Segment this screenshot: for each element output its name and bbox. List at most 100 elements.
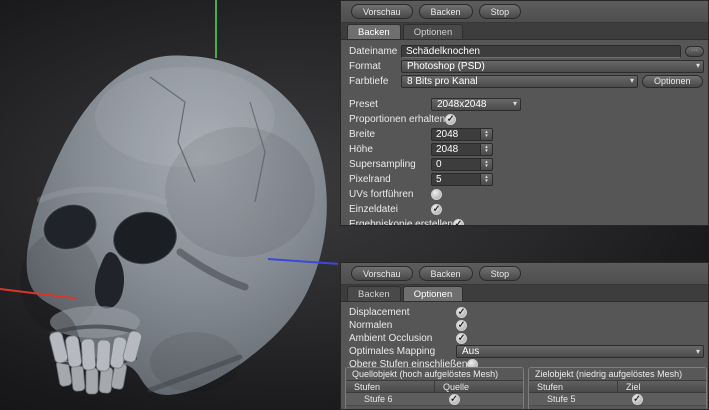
stepper-arrows-icon[interactable]: ▲▼ (480, 158, 493, 171)
proportionen-row: Proportionen erhalten ✓ (349, 112, 704, 126)
preset-select[interactable]: 2048x2048 ▾ (431, 98, 521, 111)
chevron-down-icon: ▾ (692, 62, 700, 70)
zielobjekt-table-row[interactable]: Stufe 5 ✓ (529, 393, 706, 406)
uvs-row: UVs fortführen (349, 187, 704, 201)
format-select[interactable]: Photoshop (PSD) ▾ (401, 60, 704, 73)
format-value: Photoshop (PSD) (407, 61, 692, 72)
bake-object-toolbar: Vorschau Backen Stop (341, 263, 708, 285)
uvs-label: UVs fortführen (349, 189, 431, 200)
displacement-checkbox[interactable]: ✓ (456, 307, 467, 318)
quellobjekt-title: Quellobjekt (hoch aufgelöstes Mesh) (346, 368, 523, 380)
texture-stop-button[interactable]: Stop (479, 4, 522, 19)
dateiname-input[interactable]: Schädelknochen (401, 45, 681, 58)
ambient-occlusion-checkbox[interactable]: ✓ (456, 333, 467, 344)
quelle-column-header: Quelle (435, 381, 523, 392)
displacement-row: Displacement ✓ (349, 306, 704, 319)
preset-value: 2048x2048 (437, 99, 509, 110)
ziel-column-header: Ziel (618, 381, 706, 392)
displacement-label: Displacement (349, 307, 456, 318)
stepper-arrows-icon[interactable]: ▲▼ (480, 173, 493, 186)
object-tab-optionen[interactable]: Optionen (403, 286, 464, 301)
bake-texture-toolbar: Vorschau Backen Stop (341, 1, 708, 23)
check-icon: ✓ (458, 334, 466, 343)
stepper-arrows-icon[interactable]: ▲▼ (480, 143, 493, 156)
ambient-occlusion-row: Ambient Occlusion ✓ (349, 332, 704, 345)
texture-backen-button[interactable]: Backen (419, 4, 473, 19)
hoehe-value: 2048 (431, 143, 480, 156)
bake-texture-content: Dateiname Schädelknochen ··· Format Phot… (341, 40, 708, 226)
pixelrand-label: Pixelrand (349, 174, 431, 185)
dateiname-label: Dateiname (349, 46, 401, 57)
supersampling-row: Supersampling 0 ▲▼ (349, 157, 704, 171)
pixelrand-row: Pixelrand 5 ▲▼ (349, 172, 704, 186)
einzeldatei-checkbox[interactable]: ✓ (431, 204, 442, 215)
bake-texture-tabbar: Backen Optionen (341, 23, 708, 40)
optimales-mapping-row: Optimales Mapping Aus ▾ (349, 345, 704, 358)
separator (349, 89, 704, 97)
optimales-mapping-select[interactable]: Aus ▾ (456, 345, 704, 358)
preset-label: Preset (349, 99, 431, 110)
check-icon: ✓ (458, 321, 466, 330)
check-icon: ✓ (433, 204, 441, 213)
zielobjekt-group: Zielobjekt (niedrig aufgelöstes Mesh) St… (528, 367, 707, 410)
supersampling-stepper[interactable]: 0 ▲▼ (431, 158, 493, 171)
breite-value: 2048 (431, 128, 480, 141)
optimales-mapping-label: Optimales Mapping (349, 346, 456, 357)
texture-vorschau-button[interactable]: Vorschau (351, 4, 413, 19)
check-icon: ✓ (447, 114, 455, 123)
breite-stepper[interactable]: 2048 ▲▼ (431, 128, 493, 141)
pixelrand-value: 5 (431, 173, 480, 186)
ergebniskopie-label: Ergebniskopie erstellen (349, 219, 453, 227)
chevron-down-icon: ▾ (692, 348, 700, 356)
check-icon: ✓ (455, 219, 463, 226)
bake-texture-panel: Vorschau Backen Stop Backen Optionen Dat… (340, 0, 709, 226)
optimales-mapping-value: Aus (462, 346, 692, 357)
supersampling-label: Supersampling (349, 159, 431, 170)
ambient-occlusion-label: Ambient Occlusion (349, 333, 456, 344)
ziel-checkbox[interactable]: ✓ (632, 394, 643, 405)
proportionen-label: Proportionen erhalten (349, 114, 445, 125)
format-row: Format Photoshop (PSD) ▾ (349, 59, 704, 73)
uvs-checkbox[interactable] (431, 189, 442, 200)
hoehe-label: Höhe (349, 144, 431, 155)
farbtiefe-select[interactable]: 8 Bits pro Kanal ▾ (401, 75, 638, 88)
bake-object-tabbar: Backen Optionen (341, 285, 708, 302)
bake-object-content: Displacement ✓ Normalen ✓ Ambient Occlus… (341, 302, 708, 371)
ergebniskopie-checkbox[interactable]: ✓ (453, 219, 464, 227)
object-tab-backen[interactable]: Backen (347, 286, 401, 301)
normalen-row: Normalen ✓ (349, 319, 704, 332)
farbtiefe-value: 8 Bits pro Kanal (407, 76, 626, 87)
pixelrand-stepper[interactable]: 5 ▲▼ (431, 173, 493, 186)
stufen-column-header: Stufen (529, 381, 618, 392)
mesh-groups: Quellobjekt (hoch aufgelöstes Mesh) Stuf… (341, 367, 709, 410)
hoehe-stepper[interactable]: 2048 ▲▼ (431, 143, 493, 156)
einzeldatei-label: Einzeldatei (349, 204, 431, 215)
texture-tab-optionen[interactable]: Optionen (403, 24, 464, 39)
supersampling-value: 0 (431, 158, 480, 171)
farbtiefe-optionen-button[interactable]: Optionen (642, 75, 703, 88)
skull-model (0, 42, 345, 410)
check-icon: ✓ (450, 394, 458, 403)
quelle-checkbox[interactable]: ✓ (449, 394, 460, 405)
check-icon: ✓ (633, 394, 641, 403)
stepper-arrows-icon[interactable]: ▲▼ (480, 128, 493, 141)
dateiname-row: Dateiname Schädelknochen ··· (349, 44, 704, 58)
stufe-label: Stufe 5 (529, 394, 622, 404)
zielobjekt-table-header: Stufen Ziel (529, 380, 706, 393)
object-vorschau-button[interactable]: Vorschau (351, 266, 413, 281)
texture-tab-backen[interactable]: Backen (347, 24, 401, 39)
proportionen-checkbox[interactable]: ✓ (445, 114, 456, 125)
app-window: Vorschau Backen Stop Backen Optionen Dat… (0, 0, 709, 410)
breite-row: Breite 2048 ▲▼ (349, 127, 704, 141)
normalen-checkbox[interactable]: ✓ (456, 320, 467, 331)
check-icon: ✓ (458, 308, 466, 317)
browse-button[interactable]: ··· (685, 46, 704, 57)
stufe-label: Stufe 6 (346, 394, 439, 404)
normalen-label: Normalen (349, 320, 456, 331)
format-label: Format (349, 61, 401, 72)
object-stop-button[interactable]: Stop (479, 266, 522, 281)
quellobjekt-table-row[interactable]: Stufe 6 ✓ (346, 393, 523, 406)
object-backen-button[interactable]: Backen (419, 266, 473, 281)
chevron-down-icon: ▾ (509, 100, 517, 108)
farbtiefe-row: Farbtiefe 8 Bits pro Kanal ▾ Optionen (349, 74, 704, 88)
